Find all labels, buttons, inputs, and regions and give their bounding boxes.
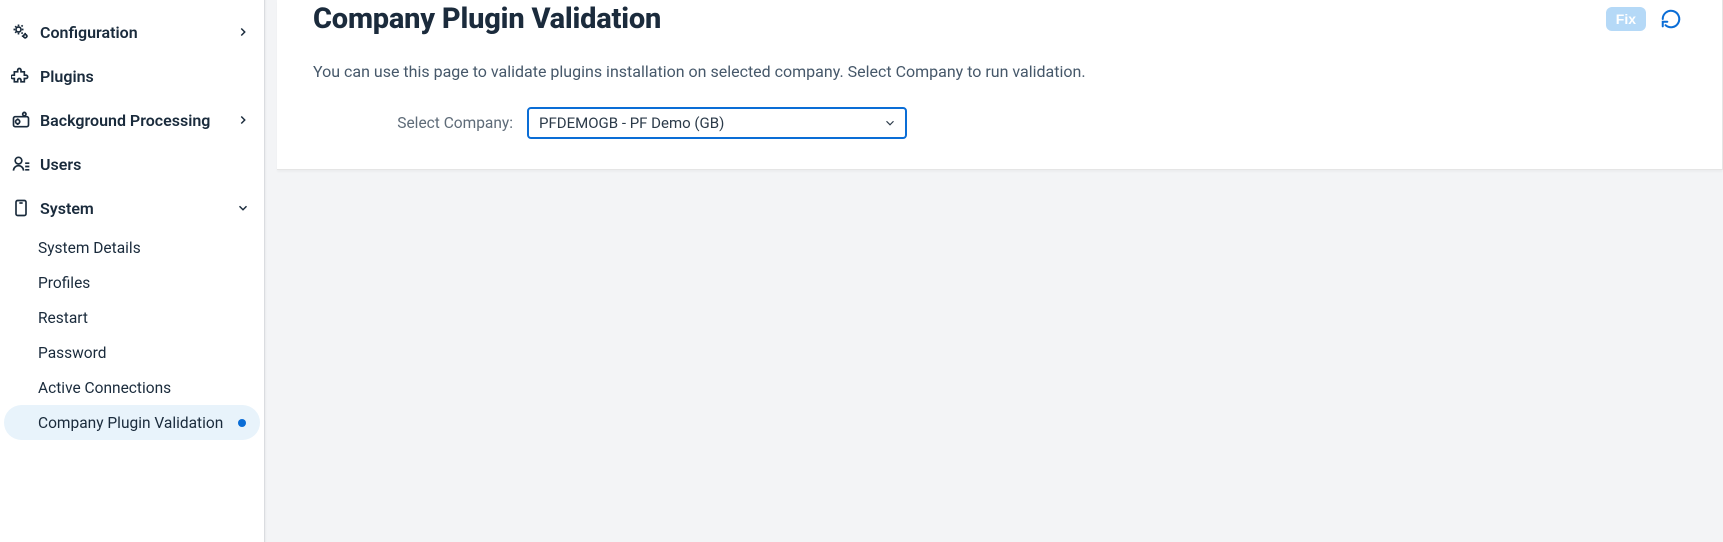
gears-icon bbox=[10, 21, 32, 43]
panel-header: Company Plugin Validation Fix bbox=[313, 0, 1686, 62]
sidebar-subitem-label: Password bbox=[38, 344, 106, 362]
sidebar-item-label: System bbox=[40, 199, 228, 218]
sidebar-subitem-profiles[interactable]: Profiles bbox=[4, 265, 260, 300]
users-icon bbox=[10, 153, 32, 175]
content-panel: Company Plugin Validation Fix You can us… bbox=[277, 0, 1723, 170]
sidebar-item-label: Plugins bbox=[40, 67, 250, 86]
system-subnav: System Details Profiles Restart Password… bbox=[4, 230, 260, 440]
select-company-dropdown[interactable]: PFDEMOGB - PF Demo (GB) bbox=[527, 107, 907, 139]
sidebar-item-background-processing[interactable]: Background Processing bbox=[4, 98, 260, 142]
refresh-button[interactable] bbox=[1656, 4, 1686, 34]
sidebar: Configuration Plugins Background Process… bbox=[0, 0, 265, 542]
sidebar-subitem-restart[interactable]: Restart bbox=[4, 300, 260, 335]
sidebar-item-plugins[interactable]: Plugins bbox=[4, 54, 260, 98]
sidebar-item-configuration[interactable]: Configuration bbox=[4, 10, 260, 54]
sidebar-subitem-label: Profiles bbox=[38, 274, 90, 292]
select-company-row: Select Company: PFDEMOGB - PF Demo (GB) bbox=[313, 107, 1686, 139]
select-company-wrap: PFDEMOGB - PF Demo (GB) bbox=[527, 107, 907, 139]
main-content: Company Plugin Validation Fix You can us… bbox=[265, 0, 1723, 542]
sidebar-subitem-label: Restart bbox=[38, 309, 88, 327]
page-description: You can use this page to validate plugin… bbox=[313, 62, 1686, 81]
select-company-value: PFDEMOGB - PF Demo (GB) bbox=[539, 114, 724, 132]
fix-button[interactable]: Fix bbox=[1606, 7, 1646, 31]
sidebar-subitem-company-plugin-validation[interactable]: Company Plugin Validation bbox=[4, 405, 260, 440]
sidebar-item-label: Background Processing bbox=[40, 111, 228, 130]
sidebar-item-users[interactable]: Users bbox=[4, 142, 260, 186]
sidebar-item-label: Users bbox=[40, 155, 250, 174]
sidebar-subitem-label: Active Connections bbox=[38, 379, 171, 397]
sidebar-subitem-label: System Details bbox=[38, 239, 141, 257]
device-icon bbox=[10, 197, 32, 219]
page-title: Company Plugin Validation bbox=[313, 2, 661, 36]
sidebar-subitem-label: Company Plugin Validation bbox=[38, 414, 223, 432]
header-actions: Fix bbox=[1606, 4, 1686, 34]
chevron-right-icon bbox=[236, 113, 250, 127]
sidebar-item-label: Configuration bbox=[40, 23, 228, 42]
chevron-right-icon bbox=[236, 25, 250, 39]
sidebar-subitem-active-connections[interactable]: Active Connections bbox=[4, 370, 260, 405]
puzzle-icon bbox=[10, 65, 32, 87]
sidebar-subitem-system-details[interactable]: System Details bbox=[4, 230, 260, 265]
processing-icon bbox=[10, 109, 32, 131]
sidebar-subitem-password[interactable]: Password bbox=[4, 335, 260, 370]
select-company-label: Select Company: bbox=[313, 114, 513, 132]
refresh-icon bbox=[1660, 8, 1682, 30]
sidebar-item-system[interactable]: System bbox=[4, 186, 260, 230]
chevron-down-icon bbox=[236, 201, 250, 215]
